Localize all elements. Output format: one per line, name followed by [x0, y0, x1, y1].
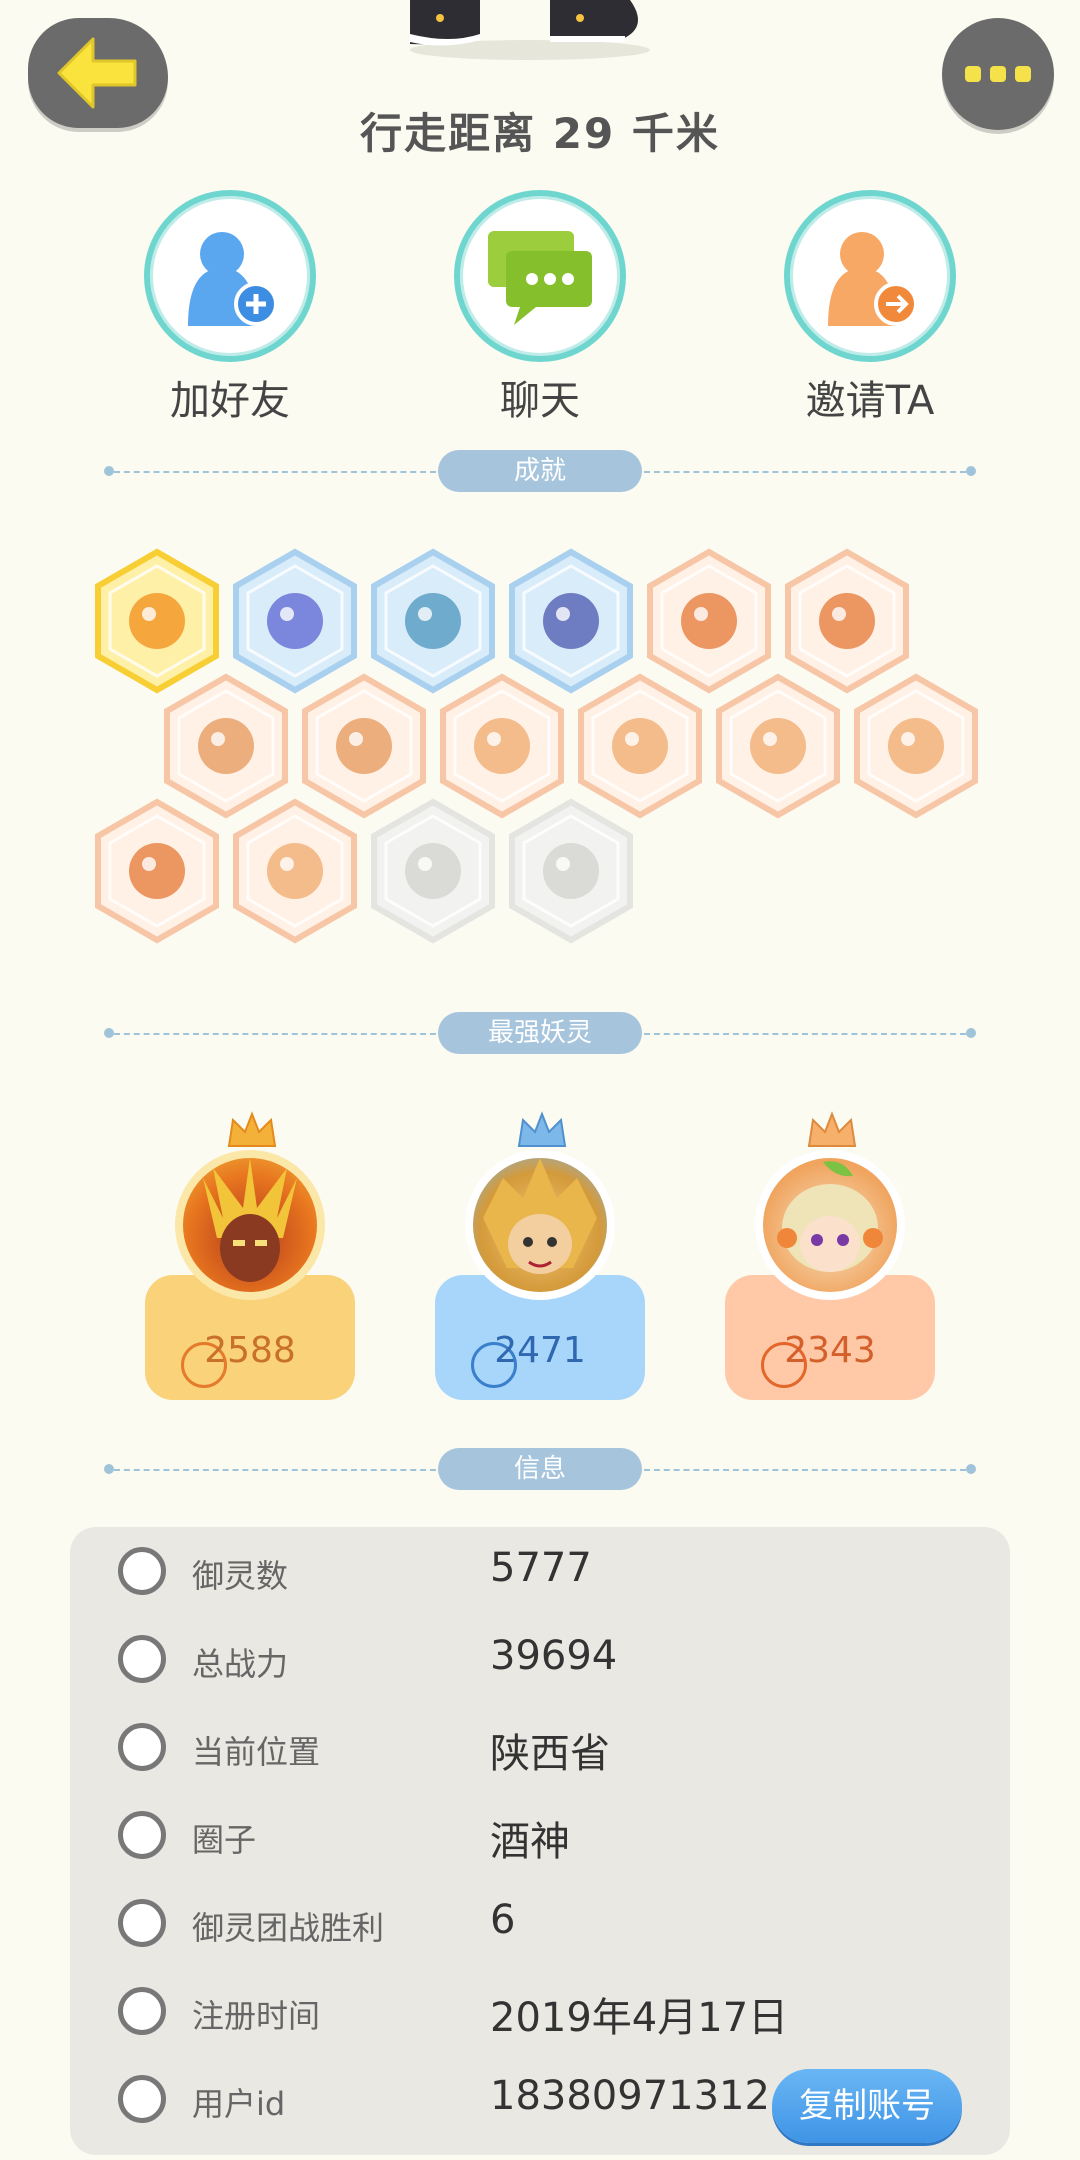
info-value: 2019年4月17日 — [490, 1995, 789, 2041]
spirit-portrait-1 — [203, 1158, 297, 1282]
achievement-badge-icon — [371, 798, 495, 944]
strongest-header: 最强妖灵 — [0, 1012, 1080, 1056]
info-key: 注册时间 — [192, 1997, 321, 2035]
info-panel: 御灵数 5777 总战力 39694 当前位置 陕西省 圈子 酒神 御灵团战胜利… — [70, 1527, 1010, 2155]
crown-icon — [517, 1111, 567, 1147]
achievement-badge-icon — [233, 798, 357, 944]
info-key: 圈子 — [192, 1821, 257, 1859]
battle-win-icon — [118, 1899, 166, 1947]
info-row-power: 总战力 39694 — [70, 1617, 1010, 1705]
strongest-title: 最强妖灵 — [438, 1012, 642, 1054]
achievement-badge[interactable] — [506, 798, 636, 944]
info-title: 信息 — [438, 1448, 642, 1490]
achievement-badge[interactable] — [851, 673, 981, 819]
achievement-badge-icon — [95, 798, 219, 944]
invite-label: 邀请TA — [805, 378, 935, 424]
copy-account-button[interactable]: 复制账号 — [772, 2069, 962, 2143]
walk-distance: 行走距离 29 千米 — [360, 109, 720, 158]
info-row-register-date: 注册时间 2019年4月17日 — [70, 1969, 1010, 2057]
spirit-3-score: 2343 — [784, 1330, 876, 1371]
info-row-spirit-count: 御灵数 5777 — [70, 1529, 1010, 1617]
info-key: 当前位置 — [192, 1733, 321, 1771]
info-value: 39694 — [490, 1633, 618, 1679]
spirit-2-score: 2471 — [494, 1330, 586, 1371]
achievements-title: 成就 — [438, 450, 642, 492]
achievement-badge[interactable] — [230, 798, 360, 944]
add-friend-icon — [188, 232, 278, 326]
chat-label: 聊天 — [500, 378, 580, 424]
user-id-icon — [118, 2075, 166, 2123]
more-dots-icon — [965, 66, 1031, 82]
info-key: 总战力 — [192, 1645, 289, 1683]
info-row-user-id: 用户id 18380971312 复制账号 — [70, 2057, 1010, 2145]
info-value: 18380971312 — [490, 2073, 770, 2119]
info-key: 御灵团战胜利 — [192, 1909, 385, 1947]
spirit-count-icon — [118, 1547, 166, 1595]
info-row-circle: 圈子 酒神 — [70, 1793, 1010, 1881]
info-row-battle-wins: 御灵团战胜利 6 — [70, 1881, 1010, 1969]
achievement-badge[interactable] — [368, 798, 498, 944]
invite-icon — [828, 232, 918, 326]
info-key: 御灵数 — [192, 1557, 289, 1595]
circle-icon — [118, 1811, 166, 1859]
achievement-badge[interactable] — [92, 798, 222, 944]
info-header: 信息 — [0, 1448, 1080, 1492]
achievement-badge-icon — [716, 673, 840, 819]
character-feet — [410, 0, 650, 60]
location-icon — [118, 1723, 166, 1771]
info-row-location: 当前位置 陕西省 — [70, 1705, 1010, 1793]
chat-icon — [488, 231, 592, 325]
power-icon — [118, 1635, 166, 1683]
info-key: 用户id — [192, 2085, 286, 2123]
add-friend-button[interactable]: 加好友 — [120, 190, 340, 430]
clock-icon — [118, 1987, 166, 2035]
chat-button[interactable]: 聊天 — [430, 190, 650, 430]
info-value: 5777 — [490, 1545, 592, 1591]
info-value: 6 — [490, 1897, 516, 1943]
achievement-badge[interactable] — [713, 673, 843, 819]
invite-button[interactable]: 邀请TA — [760, 190, 980, 430]
info-value: 酒神 — [490, 1819, 570, 1865]
crown-icon — [807, 1111, 857, 1147]
add-friend-label: 加好友 — [170, 378, 290, 424]
crown-icon — [227, 1111, 277, 1147]
info-value: 陕西省 — [490, 1731, 610, 1777]
spirit-portrait-3 — [777, 1161, 883, 1272]
achievement-badge-icon — [854, 673, 978, 819]
achievement-badge-icon — [509, 798, 633, 944]
spirit-portrait-2 — [483, 1158, 597, 1274]
achievements-header: 成就 — [0, 450, 1080, 494]
spirit-1-score: 2588 — [204, 1330, 296, 1371]
